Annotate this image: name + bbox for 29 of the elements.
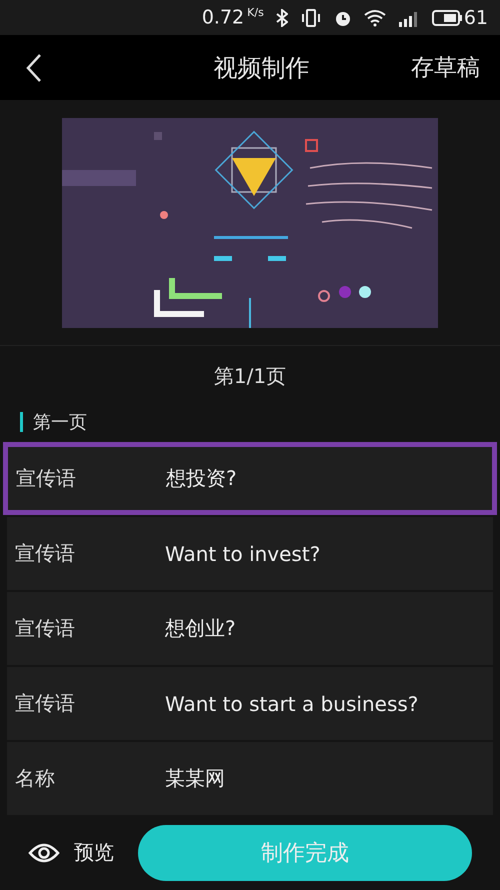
eye-icon bbox=[28, 842, 60, 862]
section-title: 第一页 bbox=[33, 411, 87, 434]
field-value[interactable]: Want to invest? bbox=[165, 542, 320, 566]
bluetooth-icon bbox=[276, 8, 288, 26]
field-value[interactable]: 某某网 bbox=[165, 765, 225, 792]
field-label: 宣传语 bbox=[15, 690, 76, 717]
field-value[interactable]: Want to start a business? bbox=[165, 692, 418, 716]
field-label: 宣传语 bbox=[15, 540, 76, 567]
section-marker bbox=[20, 412, 23, 432]
back-icon[interactable] bbox=[26, 52, 42, 82]
form-row[interactable]: 宣传语 想创业? bbox=[7, 592, 493, 665]
save-draft-button[interactable]: 存草稿 bbox=[411, 52, 480, 83]
preview-button[interactable]: 预览 bbox=[28, 839, 122, 866]
page-title: 视频制作 bbox=[212, 52, 310, 84]
network-speed: 0.72$^{K/s}$ bbox=[202, 6, 264, 29]
battery-percent: 61 bbox=[464, 6, 488, 28]
vibrate-icon bbox=[300, 8, 322, 26]
form-row[interactable]: 名称 某某网 bbox=[7, 742, 493, 815]
field-value[interactable]: 想投资? bbox=[166, 465, 237, 492]
battery-icon bbox=[432, 10, 462, 26]
form-row[interactable]: 宣传语 Want to invest? bbox=[7, 517, 493, 590]
wifi-icon bbox=[364, 8, 386, 26]
field-label: 名称 bbox=[15, 765, 56, 792]
field-label: 宣传语 bbox=[16, 465, 77, 492]
page-indicator: 第1/1页 bbox=[214, 362, 286, 390]
form-row[interactable]: 宣传语 Want to start a business? bbox=[7, 667, 493, 740]
field-label: 宣传语 bbox=[15, 615, 76, 642]
field-value[interactable]: 想创业? bbox=[165, 615, 236, 642]
form-row[interactable]: 宣传语 想投资? bbox=[3, 442, 497, 515]
